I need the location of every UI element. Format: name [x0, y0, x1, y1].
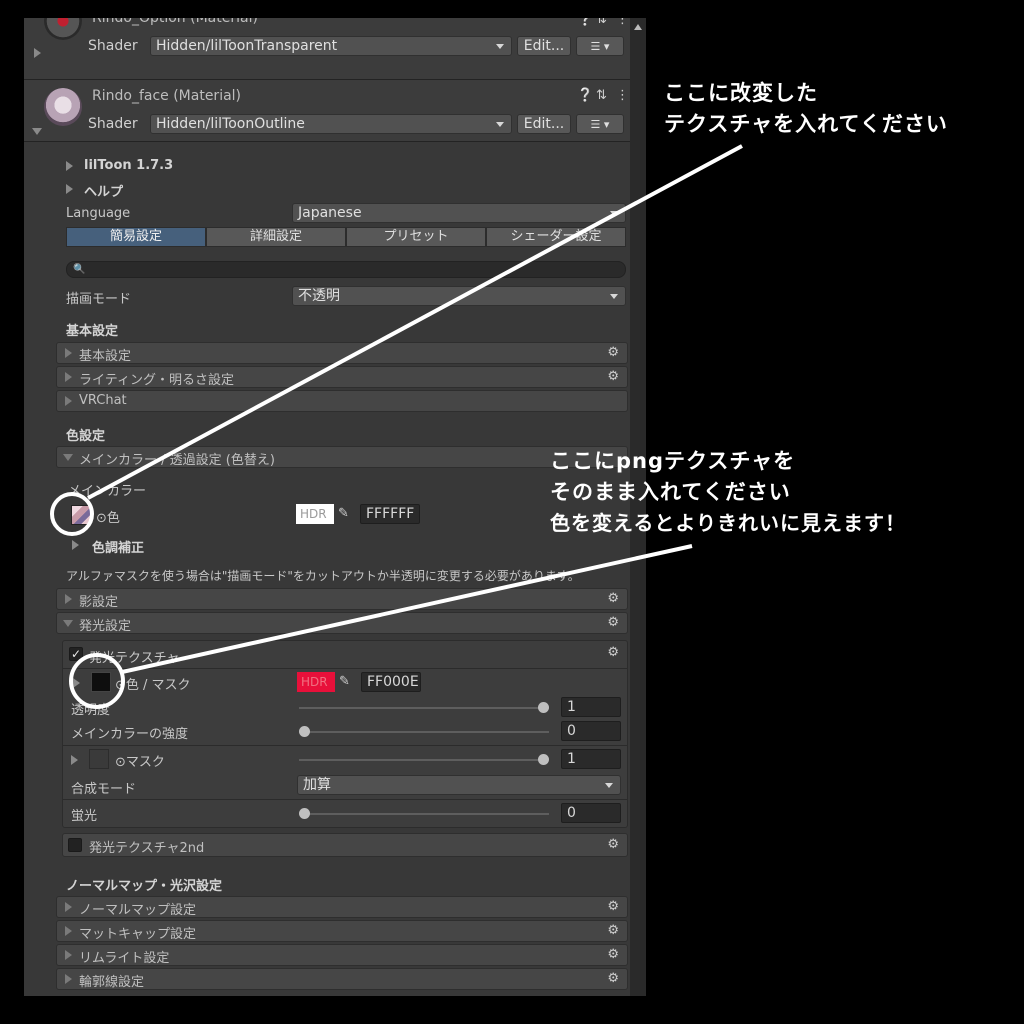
annotation-top-line-2: テクスチャを入れてください	[664, 112, 948, 136]
annotation-bottom-line-2: そのまま入れてください	[550, 480, 791, 504]
annotation-line-emission-texture	[121, 544, 693, 674]
annotation-bottom-line-3: 色を変えるとよりきれいに見えます！	[550, 511, 906, 535]
annotation-top-line-1: ここに改変した	[664, 81, 818, 105]
annotation-bottom-line-1: ここにpngテクスチャを	[550, 449, 796, 473]
annotation-top: ここに改変した テクスチャを入れてください	[664, 78, 948, 140]
annotation-circle-emission-texture	[69, 653, 125, 709]
annotation-circle-main-texture	[50, 492, 94, 536]
annotation-bottom: ここにpngテクスチャを そのまま入れてください 色を変えるとよりきれいに見えま…	[550, 446, 906, 539]
